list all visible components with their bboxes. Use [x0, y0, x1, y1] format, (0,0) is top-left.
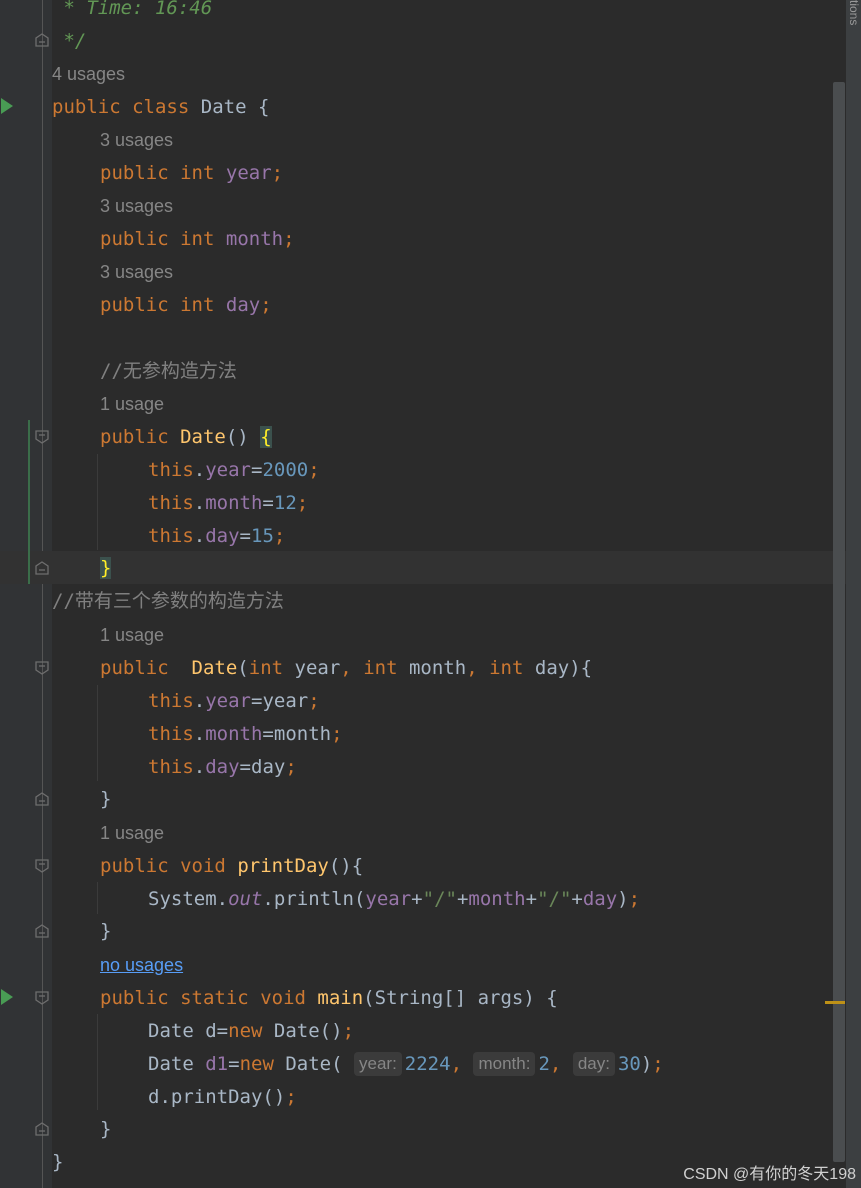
println-statement: System.out.println(year+"/"+month+"/"+da…: [148, 888, 641, 910]
usage-hint-printday[interactable]: 1 usage: [100, 817, 164, 850]
assign-day: this.day=15;: [148, 525, 286, 547]
fold-icon[interactable]: [35, 661, 49, 675]
main-close: }: [100, 1118, 112, 1140]
method-name: Date: [180, 426, 226, 448]
assign-year: this.year=2000;: [148, 459, 320, 481]
indent-guide: [97, 1014, 98, 1110]
keyword: public: [100, 162, 169, 184]
scrollbar[interactable]: [833, 82, 845, 1162]
field-name: year: [225, 162, 272, 184]
usage-hint-ctor-noarg[interactable]: 1 usage: [100, 388, 164, 421]
ctor-3arg-close: }: [100, 788, 112, 810]
new-date-d1: Date d1=new Date( year: 2224, month: 2, da…: [148, 1052, 664, 1076]
usage-hint-class[interactable]: 4 usages: [52, 58, 125, 91]
keyword: public: [100, 426, 169, 448]
fold-icon[interactable]: [35, 1122, 49, 1136]
ctor-noarg-close: }: [100, 552, 112, 585]
printday-declaration: public void printDay(){: [100, 855, 364, 877]
usage-hint-month[interactable]: 3 usages: [100, 190, 173, 223]
keyword: public: [100, 294, 169, 316]
field-year-declaration: public int year;: [100, 162, 284, 184]
ctor-noarg-declaration: public Date() {: [100, 426, 272, 448]
keyword: public: [100, 228, 169, 250]
current-line-highlight: [0, 551, 846, 584]
indent-guide: [97, 685, 98, 781]
scroll-marker[interactable]: [825, 1001, 845, 1004]
vcs-change-bar: [28, 420, 30, 584]
keyword: public: [52, 96, 121, 118]
usage-hint-main[interactable]: no usages: [100, 949, 183, 982]
usage-hint-ctor-3arg[interactable]: 1 usage: [100, 619, 164, 652]
class-name: Date: [200, 96, 247, 118]
comment-threearg: //带有三个参数的构造方法: [52, 590, 284, 612]
fold-icon[interactable]: [35, 991, 49, 1005]
field-name: month: [225, 228, 284, 250]
main-declaration: public static void main(String[] args) {: [100, 987, 558, 1009]
fold-icon[interactable]: [35, 792, 49, 806]
field-name: day: [225, 294, 261, 316]
indent-guide: [97, 454, 98, 550]
comment-noarg: //无参构造方法: [100, 360, 237, 382]
keyword: int: [180, 162, 215, 184]
new-date-d: Date d=new Date();: [148, 1020, 355, 1042]
param-hint-month: month:: [473, 1052, 536, 1076]
doc-comment-line: * Time: 16:46: [52, 0, 213, 19]
fold-icon[interactable]: [35, 924, 49, 938]
ctor-3arg-declaration: public Date(int year, int month, int day…: [100, 657, 593, 679]
assign-year-param: this.year=year;: [148, 690, 320, 712]
usage-hint-year[interactable]: 3 usages: [100, 124, 173, 157]
param-hint-year: year:: [354, 1052, 402, 1076]
field-day-declaration: public int day;: [100, 294, 272, 316]
side-tool-strip: [846, 0, 861, 1188]
doc-comment-end: */: [52, 30, 87, 52]
matched-brace: }: [100, 557, 112, 579]
run-icon[interactable]: [1, 989, 13, 1005]
assign-month: this.month=12;: [148, 492, 309, 514]
indent-guide: [97, 882, 98, 914]
side-tool-tab[interactable]: tions: [848, 0, 861, 42]
watermark: CSDN @有你的冬天198: [683, 1166, 856, 1183]
gutter-separator: [42, 0, 43, 1188]
class-declaration: public class Date {: [52, 96, 270, 118]
run-icon[interactable]: [1, 98, 13, 114]
fold-icon[interactable]: [35, 859, 49, 873]
fold-icon[interactable]: [35, 430, 49, 444]
keyword: int: [180, 294, 215, 316]
no-usages-link[interactable]: no usages: [100, 955, 183, 975]
field-month-declaration: public int month;: [100, 228, 295, 250]
keyword: int: [180, 228, 215, 250]
class-close: }: [52, 1151, 64, 1173]
matched-brace: {: [260, 426, 272, 448]
printday-call: d.printDay();: [148, 1086, 297, 1108]
assign-day-param: this.day=day;: [148, 756, 297, 778]
param-hint-day: day:: [572, 1052, 615, 1076]
usage-hint-day[interactable]: 3 usages: [100, 256, 173, 289]
keyword: class: [132, 96, 190, 118]
fold-icon[interactable]: [35, 561, 49, 575]
printday-close: }: [100, 920, 112, 942]
fold-icon[interactable]: [35, 33, 49, 47]
assign-month-param: this.month=month;: [148, 723, 343, 745]
code-editor[interactable]: * Time: 16:46 */ 4 usages public class D…: [0, 0, 861, 1188]
gutter: [0, 0, 52, 1188]
